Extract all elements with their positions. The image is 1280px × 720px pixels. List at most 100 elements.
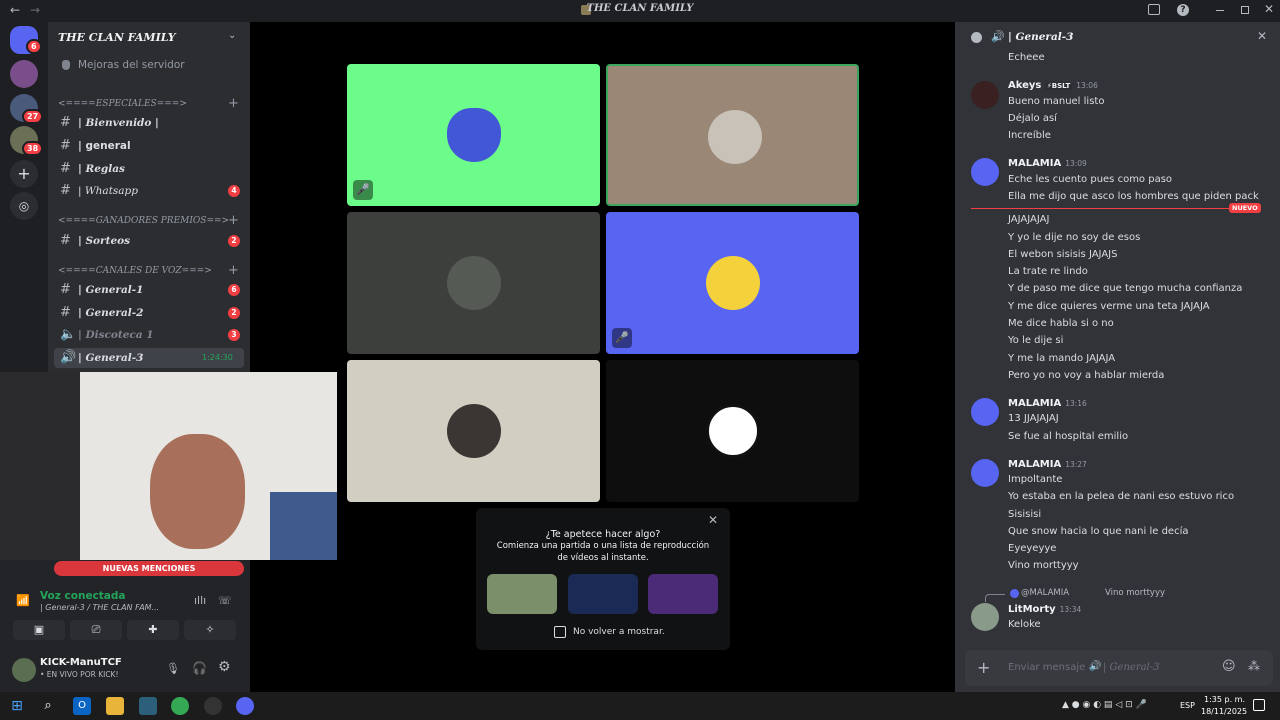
file-explorer-icon[interactable] xyxy=(106,697,124,715)
new-mentions-banner[interactable]: NUEVAS MENCIONES xyxy=(54,561,244,576)
clock-time[interactable]: 1:35 p. m. xyxy=(1204,695,1245,704)
video-tile-4[interactable]: 🎤 xyxy=(606,212,859,354)
message-time: 13:34 xyxy=(1059,605,1082,614)
system-tray-icons[interactable]: ▲ ● ◉ ◐ ▤ ◁ ⊡ 🎤 xyxy=(1062,700,1166,712)
home-badge: 6 xyxy=(26,39,42,54)
chevron-down-icon[interactable]: ⌄ xyxy=(228,30,236,41)
channel-sorteos[interactable]: # | Sorteos 2 xyxy=(54,231,244,251)
minimize-button[interactable] xyxy=(1216,10,1224,11)
close-window-button[interactable]: ✕ xyxy=(1264,2,1274,16)
server-icon-1[interactable] xyxy=(10,60,38,88)
microphone-icon[interactable]: 🎙 xyxy=(166,662,180,675)
settings-gear-icon[interactable]: ⚙ xyxy=(218,659,231,675)
back-button[interactable]: ← xyxy=(10,3,20,17)
disconnect-icon[interactable]: ☏ xyxy=(218,594,232,607)
muted-icon: 🎤 xyxy=(612,328,632,348)
channel-bienvenido[interactable]: # | Bienvenido | xyxy=(54,113,244,133)
maximize-button[interactable] xyxy=(1241,6,1249,14)
message-input[interactable]: + Enviar mensaje a 🔊 | General-3 ☺ ⁂ xyxy=(965,650,1273,686)
message-author[interactable]: MALAMIA 13:09 xyxy=(1008,158,1087,169)
voice-status[interactable]: Voz conectada xyxy=(40,590,126,602)
close-popup-button[interactable]: ✕ xyxy=(708,513,718,527)
hash-icon: # xyxy=(60,138,71,153)
screen-share-button[interactable]: ⎚ xyxy=(70,620,122,640)
language-indicator[interactable]: ESP xyxy=(1180,701,1195,710)
akeys-avatar[interactable] xyxy=(971,81,999,109)
notifications-icon[interactable] xyxy=(1253,699,1265,711)
soundboard-button[interactable]: ✧ xyxy=(184,620,236,640)
hash-icon: # xyxy=(60,115,71,130)
clock-date[interactable]: 18/11/2025 xyxy=(1201,707,1247,716)
message-text: Increíble xyxy=(1008,130,1051,141)
add-channel-icon[interactable]: + xyxy=(228,96,239,111)
search-icon[interactable]: ⌕ xyxy=(39,697,57,715)
inbox-icon[interactable] xyxy=(1148,4,1160,15)
user-avatar[interactable] xyxy=(12,658,36,682)
channel-general-2[interactable]: # | General-2 2 xyxy=(54,303,244,323)
message-text: Y de paso me dice que tengo mucha confia… xyxy=(1008,283,1243,294)
close-chat-button[interactable]: ✕ xyxy=(1257,29,1267,43)
message-text: Bueno manuel listo xyxy=(1008,96,1105,107)
participant-avatar xyxy=(706,256,760,310)
username[interactable]: KICK-ManuTCF xyxy=(40,657,122,668)
category-especiales[interactable]: <====ESPECIALES===> xyxy=(58,99,187,109)
activity-card-zombies[interactable] xyxy=(648,574,718,614)
add-channel-icon[interactable]: + xyxy=(228,263,239,278)
unread-badge: 2 xyxy=(228,235,240,247)
reply-mention[interactable]: @MALAMIA xyxy=(1021,588,1069,598)
message-time: 13:09 xyxy=(1065,159,1087,168)
video-tile-6[interactable] xyxy=(606,360,859,502)
discord-taskbar-icon[interactable] xyxy=(236,697,254,715)
activities-button[interactable]: ✚ xyxy=(127,620,179,640)
message-text: Déjalo así xyxy=(1008,113,1057,124)
webcam-pillow xyxy=(270,492,337,560)
malamia-avatar[interactable] xyxy=(971,158,999,186)
chrome-icon[interactable] xyxy=(171,697,189,715)
explore-icon[interactable]: ◎ xyxy=(10,192,38,220)
headphones-icon[interactable]: 🎧 xyxy=(192,661,207,675)
channel-general-1[interactable]: # | General-1 6 xyxy=(54,280,244,300)
emoji-icon[interactable]: ☺ xyxy=(1222,659,1236,674)
message-author[interactable]: Akeys ⚡BSLT 13:06 xyxy=(1008,80,1098,91)
message-author[interactable]: MALAMIA 13:27 xyxy=(1008,459,1087,470)
malamia-avatar[interactable] xyxy=(971,459,999,487)
activity-desc-2: de vídeos al instante. xyxy=(557,553,649,563)
voice-channel-name[interactable]: | General-3 / THE CLAN FAM... xyxy=(40,603,159,612)
dont-show-checkbox[interactable] xyxy=(554,626,566,638)
category-ganadores[interactable]: <====GANADORES PREMIOS==> xyxy=(58,216,229,226)
activity-card-rythm[interactable] xyxy=(568,574,638,614)
windows-start-icon[interactable]: ⊞ xyxy=(8,697,26,715)
litmorty-avatar[interactable] xyxy=(971,603,999,631)
channel-discoteca-1[interactable]: 🔈 | Discoteca 13 xyxy=(54,325,244,345)
channel-general-3[interactable]: 🔊 | General-3 1:24:30 xyxy=(54,348,244,368)
channel-whatsapp[interactable]: # | Whatsapp 4 xyxy=(54,181,244,201)
add-server-icon[interactable]: + xyxy=(10,160,38,188)
channel-reglas[interactable]: # | Reglas xyxy=(54,159,244,179)
add-channel-icon[interactable]: + xyxy=(228,213,239,228)
video-tile-2[interactable] xyxy=(606,64,859,206)
activity-card-1[interactable] xyxy=(487,574,557,614)
video-tile-1[interactable]: 🎤 xyxy=(347,64,600,206)
help-icon[interactable]: ? xyxy=(1177,4,1189,16)
waveform-icon[interactable]: ıllı xyxy=(194,594,206,607)
message-text: Ella me dijo que asco los hombres que pi… xyxy=(1008,191,1259,202)
message-author[interactable]: LitMorty 13:34 xyxy=(1008,604,1081,615)
malamia-avatar[interactable] xyxy=(971,398,999,426)
reply-preview[interactable]: Vino morttyyy xyxy=(1105,588,1165,598)
apps-icon[interactable]: ⁂ xyxy=(1248,659,1260,673)
app-icon[interactable] xyxy=(139,697,157,715)
message-author[interactable]: MALAMIA 13:16 xyxy=(1008,398,1087,409)
server-name[interactable]: THE CLAN FAMILY xyxy=(58,31,176,44)
channel-general[interactable]: # | general xyxy=(54,136,244,156)
window-title: THE CLAN FAMILY xyxy=(586,3,694,14)
reply-avatar xyxy=(1010,589,1019,598)
category-voz[interactable]: <====CANALES DE VOZ===> xyxy=(58,266,212,276)
attach-plus-icon[interactable]: + xyxy=(977,658,990,677)
obs-icon[interactable] xyxy=(204,697,222,715)
outlook-icon[interactable]: O xyxy=(73,697,91,715)
forward-button[interactable]: → xyxy=(30,3,40,17)
camera-off-button[interactable]: ▣ xyxy=(13,620,65,640)
video-tile-5[interactable] xyxy=(347,360,600,502)
video-tile-3[interactable] xyxy=(347,212,600,354)
server-boost-link[interactable]: Mejoras del servidor xyxy=(78,59,185,71)
